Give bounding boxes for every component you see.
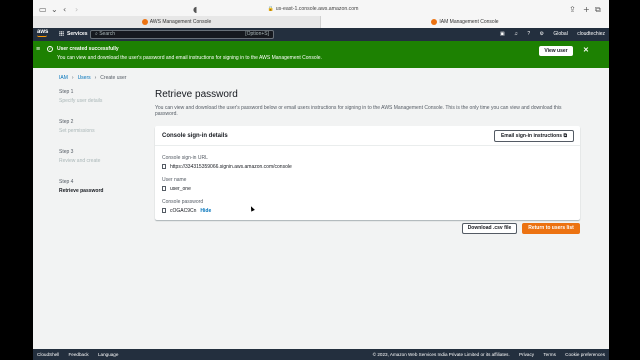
email-instructions-button[interactable]: Email sign-in instructions ⧉	[494, 130, 574, 142]
cloudshell-link[interactable]: CloudShell	[37, 352, 59, 357]
browser-window: ▭ ⌄ ‹ › ◖ 🔒 us-east-1.console.aws.amazon.…	[33, 0, 609, 360]
wizard-steps: Step 1 Specify user details Step 2 Set per…	[59, 89, 149, 209]
aws-smile-icon	[37, 35, 47, 37]
breadcrumb: IAM › Users › Create user	[59, 75, 126, 81]
share-icon[interactable]: ⇪	[569, 5, 576, 14]
flash-message: You can view and download the user's pas…	[57, 55, 322, 61]
copy-icon[interactable]	[162, 208, 166, 213]
password-value: cOGAC9Cn	[170, 208, 197, 214]
cookie-preferences-link[interactable]: Cookie preferences	[565, 352, 605, 357]
external-link-icon: ⧉	[563, 133, 568, 139]
aws-logo[interactable]: aws	[37, 29, 48, 37]
chevron-right-icon: ›	[94, 75, 97, 81]
new-tab-icon[interactable]: +	[583, 5, 590, 14]
password-field: Console password cOGAC9Cn Hide	[162, 199, 212, 214]
username-value: user_one	[170, 186, 191, 192]
tab-strip: AWS Management Console IAM Management Co…	[33, 16, 609, 28]
hide-password-link[interactable]: Hide	[200, 208, 211, 214]
services-menu[interactable]: Services	[59, 30, 88, 39]
breadcrumb-iam[interactable]: IAM	[59, 75, 68, 81]
bell-icon[interactable]: ♫	[514, 31, 518, 37]
aws-top-nav: aws Services ⌕ Search [Option+S] ▣ ♫ ? ⚙ …	[33, 28, 609, 41]
signin-url-value: https://334315359066.signin.aws.amazon.c…	[170, 164, 292, 170]
hamburger-icon[interactable]: ≡	[36, 46, 40, 53]
chevron-right-icon: ›	[71, 75, 74, 81]
signin-details-panel: Console sign-in details Email sign-in in…	[155, 126, 580, 220]
page-description: You can view and download the user's pas…	[155, 105, 562, 117]
cloudshell-icon[interactable]: ▣	[500, 31, 505, 37]
copyright-text: © 2023, Amazon Web Services India Privat…	[372, 352, 510, 357]
flash-title: User created successfully	[57, 46, 119, 52]
region-selector[interactable]: Global	[553, 31, 567, 37]
account-menu[interactable]: cloudtechiez	[577, 31, 605, 37]
breadcrumb-users[interactable]: Users	[78, 75, 91, 81]
view-user-button[interactable]: View user	[539, 46, 573, 56]
tab-label: AWS Management Console	[149, 19, 212, 25]
shield-icon: ◖	[193, 5, 198, 14]
step-1: Step 1 Specify user details	[59, 89, 103, 104]
console-footer: CloudShell Feedback Language © 2023, Ama…	[33, 349, 609, 360]
copy-icon[interactable]	[162, 186, 166, 191]
chevron-down-icon[interactable]: ⌄	[51, 5, 58, 14]
tab-iam-console[interactable]: IAM Management Console	[321, 16, 609, 28]
copy-icon[interactable]	[162, 164, 166, 169]
sidebar-toggle-icon[interactable]: ▭	[39, 5, 47, 14]
feedback-link[interactable]: Feedback	[69, 352, 89, 357]
return-to-users-button[interactable]: Return to users list	[522, 223, 580, 234]
lock-icon: 🔒	[267, 6, 274, 12]
search-input[interactable]: ⌕ Search [Option+S]	[90, 30, 274, 39]
username-field: User name user_one	[162, 177, 191, 192]
url-text: us-east-1.console.aws.amazon.com	[275, 6, 359, 12]
download-csv-button[interactable]: Download .csv file	[462, 223, 517, 234]
aws-favicon-icon	[141, 18, 148, 25]
step-2: Step 2 Set permissions	[59, 119, 95, 134]
close-icon[interactable]: ✕	[583, 46, 589, 54]
success-flash-banner: ≡ ✓ User created successfully You can vi…	[33, 41, 609, 68]
aws-favicon-icon	[431, 18, 438, 25]
main-content: Retrieve password You can view and downl…	[155, 89, 580, 220]
signin-url-field: Console sign-in URL https://334315359066…	[162, 155, 292, 170]
check-circle-icon: ✓	[47, 46, 53, 52]
page-title: Retrieve password	[155, 89, 238, 100]
address-bar[interactable]: 🔒 us-east-1.console.aws.amazon.com	[203, 4, 423, 14]
forward-icon[interactable]: ›	[75, 5, 78, 14]
search-placeholder: Search	[99, 31, 116, 37]
search-shortcut: [Option+S]	[245, 31, 269, 37]
browser-chrome: ▭ ⌄ ‹ › ◖ 🔒 us-east-1.console.aws.amazon.…	[33, 0, 609, 28]
back-icon[interactable]: ‹	[63, 5, 66, 14]
breadcrumb-current: Create user	[100, 75, 127, 81]
grid-icon	[59, 31, 64, 37]
help-icon[interactable]: ?	[527, 31, 530, 37]
settings-icon[interactable]: ⚙	[539, 31, 543, 37]
step-4: Step 4 Retrieve password	[59, 179, 104, 194]
tab-aws-console[interactable]: AWS Management Console	[33, 16, 321, 28]
tab-label: IAM Management Console	[439, 19, 499, 25]
nav-right: ▣ ♫ ? ⚙ Global cloudtechiez	[492, 28, 605, 41]
step-3: Step 3 Review and create	[59, 149, 101, 164]
privacy-link[interactable]: Privacy	[519, 352, 534, 357]
terms-link[interactable]: Terms	[543, 352, 556, 357]
tab-overview-icon[interactable]: ⧉	[595, 5, 601, 15]
language-link[interactable]: Language	[98, 352, 118, 357]
